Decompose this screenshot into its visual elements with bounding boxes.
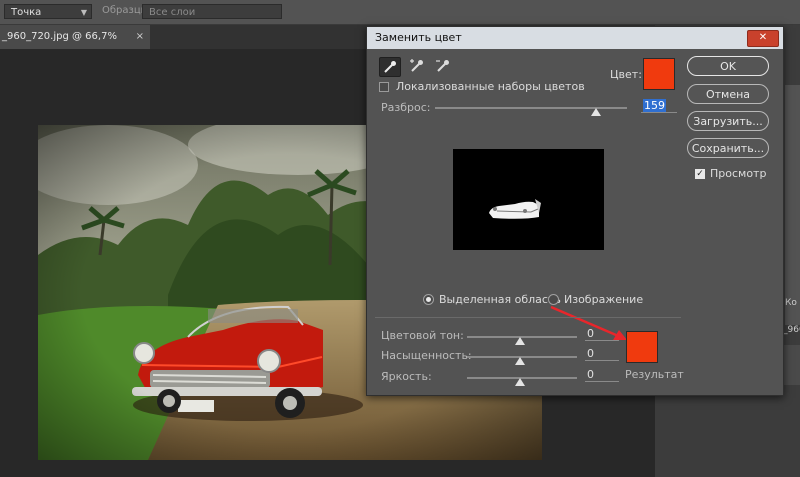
- panel-layer-label: _960: [783, 325, 800, 335]
- fuzziness-input[interactable]: 159: [641, 99, 677, 113]
- color-label: Цвет:: [610, 68, 642, 81]
- selection-preview: [453, 149, 604, 250]
- localized-clusters-checkbox[interactable]: [379, 82, 389, 92]
- document-tab[interactable]: _960_720.jpg @ 66,7% (RGB/8#) ×: [0, 25, 150, 66]
- sample-size-select[interactable]: Точка ▼: [4, 4, 92, 19]
- localized-clusters-label: Локализованные наборы цветов: [396, 80, 585, 93]
- panel-scroll-strip[interactable]: [785, 85, 800, 325]
- fuzziness-label: Разброс:: [381, 101, 431, 114]
- eyedropper-subtract-tool[interactable]: [433, 57, 455, 77]
- lightness-slider-thumb[interactable]: [515, 378, 525, 386]
- fuzziness-value: 159: [643, 99, 666, 112]
- tab-close-icon[interactable]: ×: [136, 25, 144, 49]
- options-bar: Точка ▼ Образцы Все слои: [0, 0, 800, 25]
- hue-input[interactable]: 0: [585, 327, 619, 341]
- dialog-titlebar[interactable]: Заменить цвет ✕: [367, 27, 783, 49]
- dialog-title: Заменить цвет: [375, 31, 462, 44]
- view-selection-radio[interactable]: [423, 294, 434, 305]
- fuzziness-slider-thumb[interactable]: [591, 108, 602, 116]
- result-label: Результат: [625, 368, 684, 381]
- panel-label: Ко: [785, 298, 797, 308]
- eyedropper-tool[interactable]: [379, 57, 401, 77]
- hue-value: 0: [587, 327, 594, 340]
- selection-color-swatch[interactable]: [643, 58, 675, 90]
- view-selection-label: Выделенная область: [439, 293, 561, 306]
- replacement-separator: [375, 317, 681, 318]
- lightness-value: 0: [587, 368, 594, 381]
- cancel-button[interactable]: Отмена: [687, 84, 769, 104]
- panel-layer-strip[interactable]: [783, 345, 800, 385]
- hue-label: Цветовой тон:: [381, 329, 464, 342]
- sample-size-value: Точка: [11, 7, 42, 18]
- sample-layers-value: Все слои: [149, 7, 196, 18]
- saturation-label: Насыщенность:: [381, 349, 472, 362]
- chevron-down-icon: ▼: [80, 8, 87, 17]
- saturation-slider-thumb[interactable]: [515, 357, 525, 365]
- preview-checkbox[interactable]: ✓: [695, 169, 705, 179]
- load-button[interactable]: Загрузить...: [687, 111, 769, 131]
- lightness-label: Яркость:: [381, 370, 432, 383]
- dialog-close-button[interactable]: ✕: [747, 30, 779, 47]
- mask-preview-image: [489, 199, 541, 219]
- eyedropper-add-tool[interactable]: [407, 57, 429, 77]
- hue-slider-thumb[interactable]: [515, 337, 525, 345]
- result-color-swatch[interactable]: [626, 331, 658, 363]
- saturation-value: 0: [587, 347, 594, 360]
- eyedropper-minus-icon: [436, 60, 449, 72]
- save-button[interactable]: Сохранить...: [687, 138, 769, 158]
- sample-layers-select[interactable]: Все слои: [142, 4, 282, 19]
- lightness-input[interactable]: 0: [585, 368, 619, 382]
- preview-label: Просмотр: [710, 167, 767, 180]
- eyedropper-icon: [384, 61, 396, 73]
- saturation-input[interactable]: 0: [585, 347, 619, 361]
- ok-button[interactable]: OK: [687, 56, 769, 76]
- replace-color-dialog: Заменить цвет ✕ Цвет: Локализованные наб…: [366, 26, 784, 396]
- checkmark-icon: ✓: [696, 169, 704, 179]
- eyedropper-plus-icon: [410, 59, 423, 72]
